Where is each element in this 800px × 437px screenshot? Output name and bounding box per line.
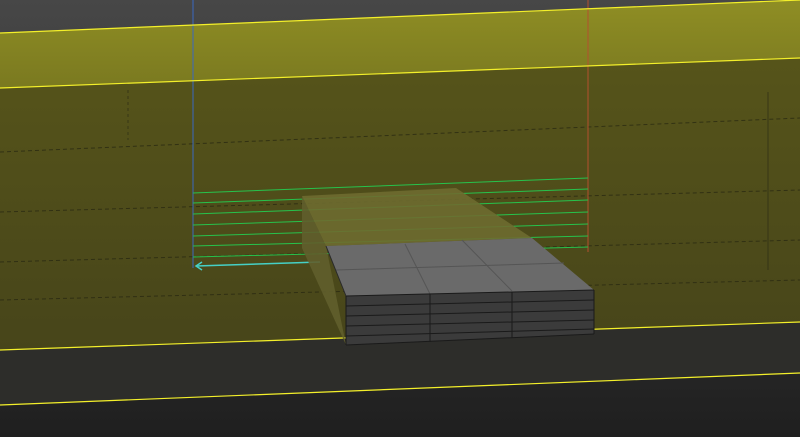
3d-viewport[interactable] <box>0 0 800 437</box>
viewport-scene[interactable] <box>0 0 800 437</box>
